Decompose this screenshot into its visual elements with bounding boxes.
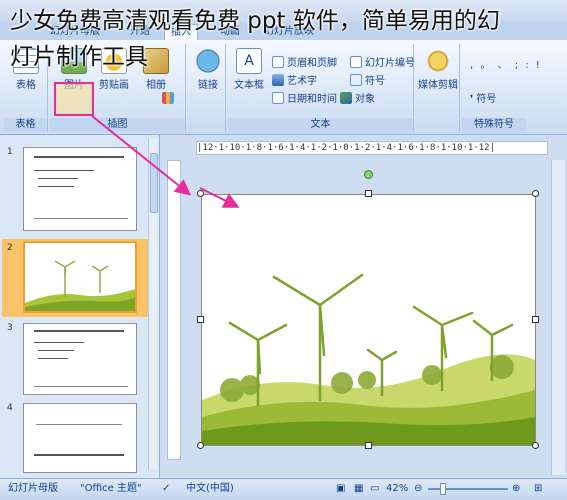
tab-home[interactable]: 开始 xyxy=(124,24,156,40)
normal-view-icon[interactable]: ▣ xyxy=(336,479,345,499)
slideshow-view-icon[interactable]: ▭ xyxy=(370,479,379,499)
special-symbols-group: , 。 、 ; : ! ❜ 符号 特殊符号 xyxy=(462,44,540,132)
tab-slideshow[interactable]: 幻灯片放映 xyxy=(258,24,320,40)
resize-handle-tl[interactable] xyxy=(197,190,204,197)
ribbon-tabs: 幻灯片母版 开始 插入 动画 幻灯片放映 xyxy=(0,22,567,40)
clipart-icon xyxy=(101,48,127,74)
slide-thumbnails-panel: 1 3 4 2 xyxy=(0,135,160,478)
resize-handle-tr[interactable] xyxy=(532,190,539,197)
status-bar: 幻灯片母版 "Office 主题" ✓ 中文(中国) ▣ ▦ ▭ 42% ⊖ ⊕… xyxy=(0,478,567,500)
slide-thumbnail-1[interactable] xyxy=(23,147,137,231)
object-icon xyxy=(340,92,352,104)
header-footer-icon xyxy=(272,56,284,68)
table-icon xyxy=(13,48,39,74)
clipart-button[interactable]: 剪贴画 xyxy=(94,48,134,100)
wind-turbine-image[interactable] xyxy=(202,195,535,445)
header-footer-button[interactable]: 页眉和页脚 xyxy=(272,56,337,72)
workspace-scrollbar[interactable] xyxy=(551,160,565,475)
title-bar xyxy=(0,0,567,22)
thumbnails-scroll-thumb[interactable] xyxy=(150,153,158,213)
slide-number-icon xyxy=(350,56,362,68)
thumb-number: 2 xyxy=(7,243,13,253)
media-clip-label: 媒体剪辑 xyxy=(418,80,458,91)
slide-thumbnail-4[interactable] xyxy=(23,403,137,473)
wordart-icon xyxy=(272,74,284,86)
zoom-out-icon[interactable]: ⊖ xyxy=(414,479,422,499)
illustrations-group-label: 插图 xyxy=(50,118,185,132)
tab-animation[interactable]: 动画 xyxy=(214,24,246,40)
slide-thumbnail-2[interactable] xyxy=(23,241,137,313)
chart-icon[interactable] xyxy=(162,92,177,108)
status-view-name: 幻灯片母版 xyxy=(8,483,58,494)
special-symbol-button[interactable]: ❜ 符号 xyxy=(470,92,496,108)
media-clip-button[interactable]: 媒体剪辑 xyxy=(416,48,460,100)
resize-handle-t[interactable] xyxy=(365,190,372,197)
zoom-in-icon[interactable]: ⊕ xyxy=(512,479,520,499)
clipart-label: 剪贴画 xyxy=(99,80,129,91)
resize-handle-r[interactable] xyxy=(532,316,539,323)
spellcheck-icon[interactable]: ✓ xyxy=(162,479,170,499)
picture-button-highlight xyxy=(54,82,94,116)
punctuation-palette[interactable]: , 。 、 ; : ! xyxy=(470,58,542,74)
textbox-label: 文本框 xyxy=(234,80,264,91)
datetime-button[interactable]: 日期和时间 xyxy=(272,92,337,108)
resize-handle-b[interactable] xyxy=(365,442,372,449)
thumbnails-scrollbar[interactable] xyxy=(148,139,158,469)
table-group-label: 表格 xyxy=(4,118,47,132)
status-language: 中文(中国) xyxy=(186,483,234,494)
globe-link-icon xyxy=(195,48,221,74)
status-theme-name: "Office 主题" xyxy=(80,483,142,494)
media-group: 媒体剪辑 xyxy=(416,44,460,132)
hyperlink-label: 链接 xyxy=(198,80,218,91)
vertical-ruler xyxy=(167,160,181,460)
thumb-number: 1 xyxy=(7,147,13,157)
fit-to-window-icon[interactable]: ⊞ xyxy=(534,479,542,499)
omega-icon xyxy=(350,74,362,86)
slide-number-button[interactable]: 幻灯片编号 xyxy=(350,56,415,72)
zoom-slider-thumb[interactable] xyxy=(440,483,446,495)
table-button[interactable]: 表格 xyxy=(8,48,44,100)
hyperlink-button[interactable]: 链接 xyxy=(190,48,226,100)
text-group: A 文本框 页眉和页脚 艺术字 日期和时间 幻灯片编号 符号 对象 文本 xyxy=(228,44,415,132)
rotation-handle[interactable] xyxy=(364,170,373,179)
media-clip-icon xyxy=(425,48,451,74)
symbol-button[interactable]: 符号 xyxy=(350,74,385,90)
tab-insert[interactable]: 插入 xyxy=(164,24,198,40)
textbox-icon: A xyxy=(236,48,262,74)
slide-canvas[interactable] xyxy=(201,194,536,446)
links-group: 链接 xyxy=(190,44,226,132)
horizontal-ruler: |12·1·10·1·8·1·6·1·4·1·2·1·0·1·2·1·4·1·6… xyxy=(196,141,548,155)
album-label: 相册 xyxy=(146,80,166,91)
table-group: 表格 表格 xyxy=(4,44,48,132)
slide-thumbnail-3[interactable] xyxy=(23,323,137,395)
slide-sorter-icon[interactable]: ▦ xyxy=(354,479,363,499)
textbox-button[interactable]: A 文本框 xyxy=(230,48,268,100)
picture-icon xyxy=(61,48,87,74)
object-button[interactable]: 对象 xyxy=(340,92,375,108)
special-symbols-label: 特殊符号 xyxy=(462,118,526,132)
calendar-icon xyxy=(272,92,284,104)
zoom-level[interactable]: 42% xyxy=(386,479,408,499)
album-icon xyxy=(143,48,169,74)
wordart-button[interactable]: 艺术字 xyxy=(272,74,317,90)
wind-turbine-thumbnail-image xyxy=(25,260,135,311)
resize-handle-bl[interactable] xyxy=(197,442,204,449)
table-label: 表格 xyxy=(16,80,36,91)
resize-handle-l[interactable] xyxy=(197,316,204,323)
text-group-label: 文本 xyxy=(228,118,413,132)
thumb-number: 3 xyxy=(7,323,13,333)
resize-handle-br[interactable] xyxy=(532,442,539,449)
thumb-number: 4 xyxy=(7,403,13,413)
tab-slide-master[interactable]: 幻灯片母版 xyxy=(44,24,106,40)
